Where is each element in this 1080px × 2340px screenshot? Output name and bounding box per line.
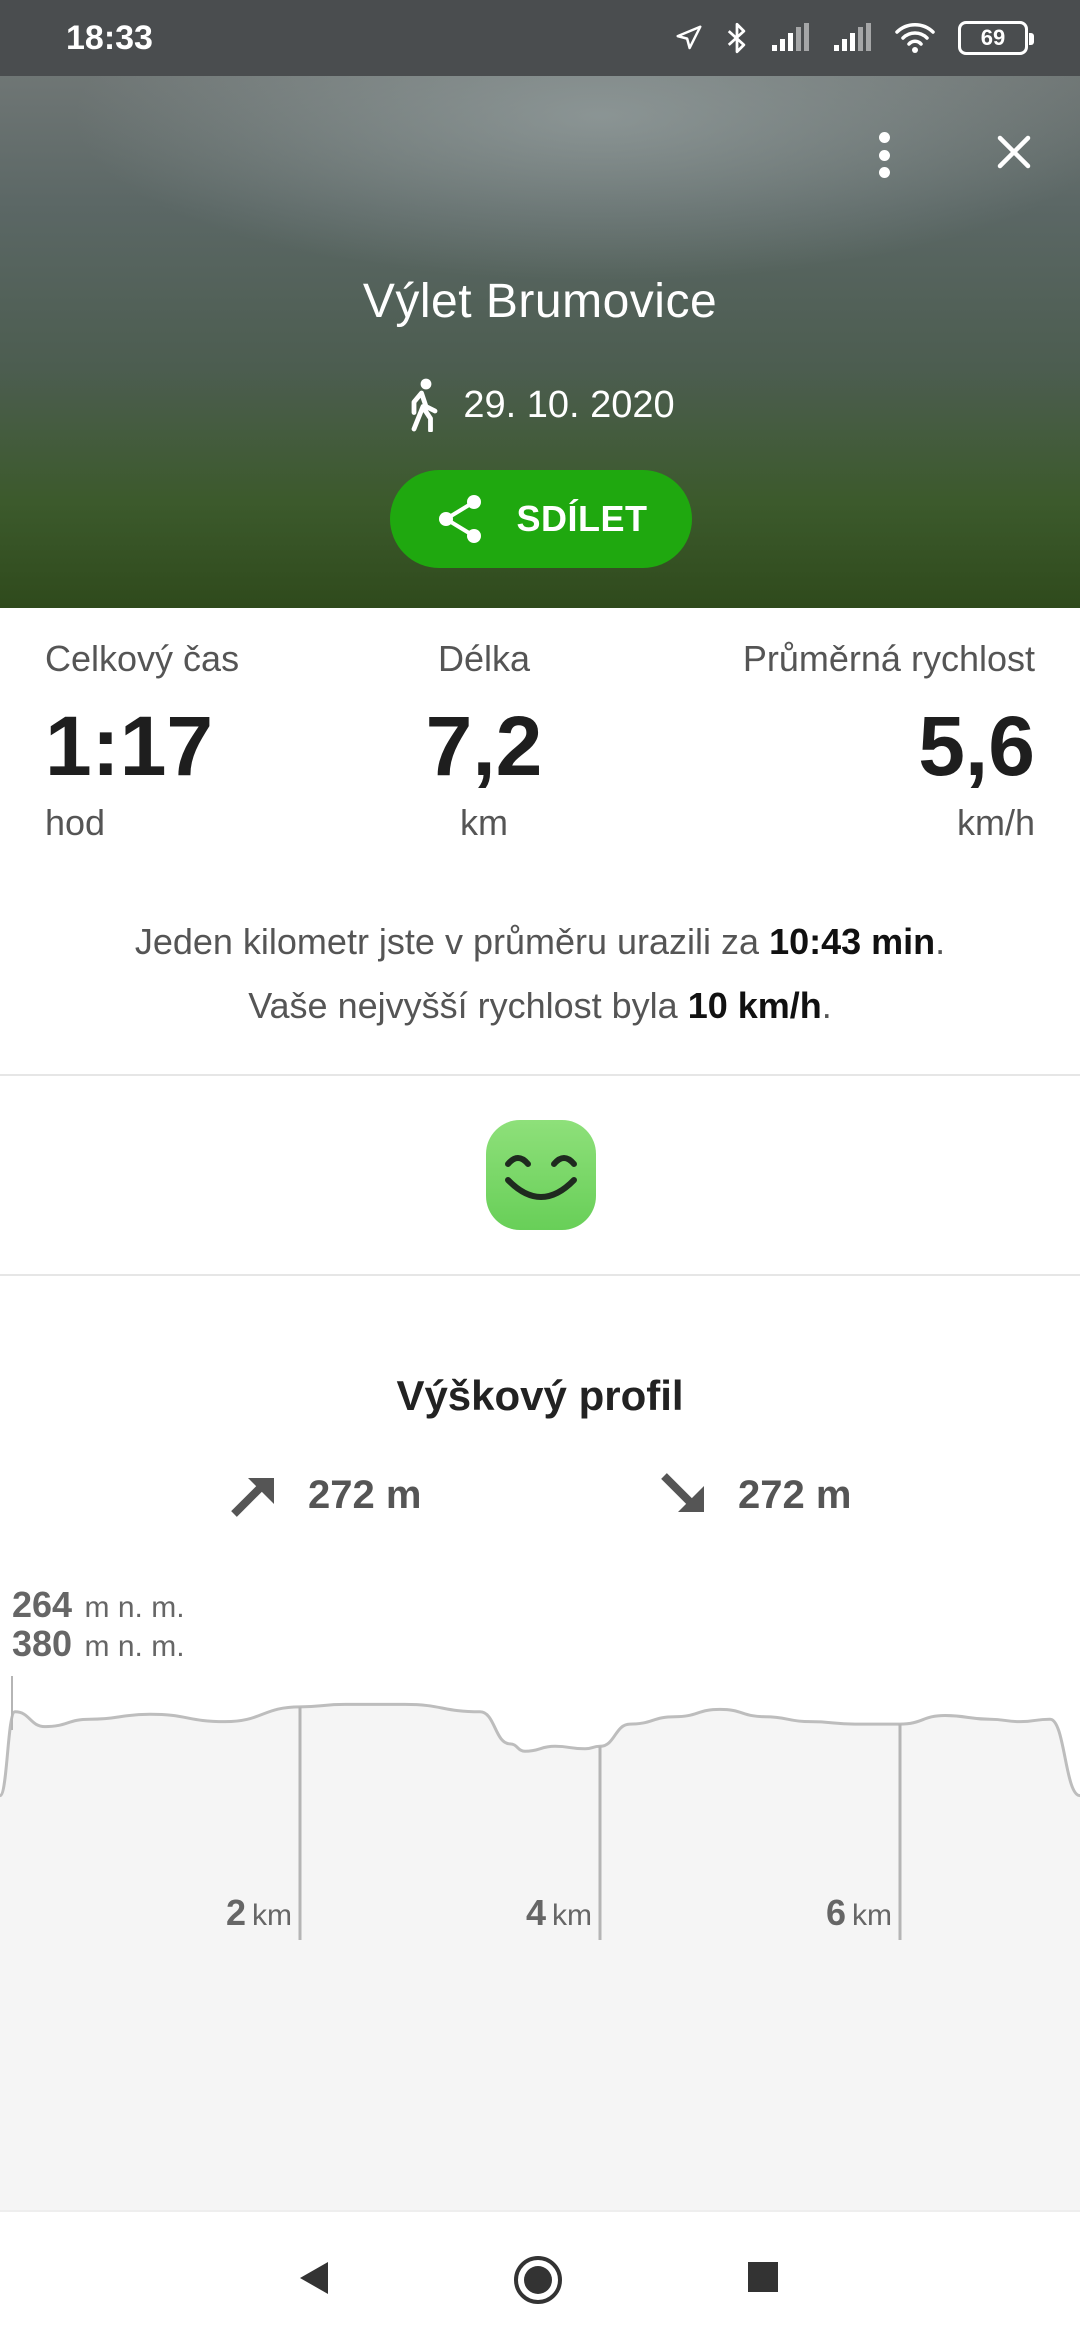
km-tick-label: 6 km	[826, 1892, 892, 1933]
recents-square-icon[interactable]	[746, 2260, 780, 2294]
status-time: 18:33	[66, 18, 153, 57]
share-button[interactable]: SDÍLET	[390, 470, 692, 568]
arrow-down-right-icon	[661, 1473, 704, 1512]
elevation-chart[interactable]: 2 km 4 km 6 km 264 m n. m. 380 m n. m.	[0, 1580, 1080, 2210]
descent-stat: 272 m	[658, 1470, 851, 1520]
divider	[0, 1274, 1080, 1276]
share-icon	[439, 495, 482, 543]
max-speed-line: Vaše nejvyšší rychlost byla 10 km/h.	[248, 985, 832, 1026]
back-triangle-icon[interactable]	[296, 2258, 332, 2298]
divider	[0, 1074, 1080, 1076]
stat-value-distance: 7,2	[425, 699, 543, 793]
pace-summary-line: Jeden kilometr jste v průměru urazili za…	[134, 921, 946, 962]
status-bar: 18:33 69	[0, 0, 1080, 76]
share-label: SDÍLET	[516, 498, 648, 539]
max-elevation-label: 380 m n. m.	[12, 1623, 185, 1664]
status-icons: 69	[674, 21, 1034, 55]
close-icon[interactable]	[994, 132, 1034, 172]
more-vert-icon[interactable]	[862, 128, 906, 182]
descent-value: 272 m	[738, 1472, 852, 1517]
arrow-up-right-icon	[231, 1478, 274, 1517]
km-tick-label: 4 km	[526, 1892, 592, 1933]
avg-pace-value: 10:43 min	[769, 921, 936, 962]
activity-title: Výlet Brumovice	[362, 275, 718, 328]
ascent-value: 272 m	[308, 1472, 422, 1517]
home-circle-icon[interactable]	[512, 2254, 564, 2306]
system-nav-bar	[0, 2210, 1080, 2340]
stat-unit-avg-speed: km/h	[956, 802, 1035, 843]
pace-summary: Jeden kilometr jste v průměru urazili za…	[0, 910, 1080, 1038]
activity-header: Výlet Brumovice 29. 10. 2020 SDÍLET	[0, 76, 1080, 608]
stats-panel: Celkový čas 1:17 hod Délka 7,2 km Průměr…	[0, 608, 1080, 868]
signal-icon	[772, 23, 809, 51]
activity-date-row: 29. 10. 2020	[0, 378, 1080, 432]
location-arrow-icon	[676, 25, 702, 50]
stat-value-avg-speed: 5,6	[918, 699, 1035, 793]
stat-unit-distance: km	[460, 802, 508, 843]
ascent-stat: 272 m	[228, 1470, 421, 1520]
bluetooth-icon	[727, 22, 746, 54]
smiling-face-icon[interactable]	[486, 1120, 596, 1230]
battery-level: 69	[980, 25, 1006, 50]
elevation-area	[0, 1704, 1080, 2210]
max-speed-value: 10 km/h	[687, 985, 822, 1026]
min-elevation-label: 264 m n. m.	[12, 1584, 185, 1625]
activity-date: 29. 10. 2020	[463, 383, 675, 426]
wifi-icon	[895, 23, 935, 53]
elevation-title: Výškový profil	[396, 1372, 684, 1419]
km-tick-label: 2 km	[226, 1892, 292, 1933]
signal-icon	[834, 23, 871, 51]
walking-icon	[411, 378, 438, 432]
stat-label-avg-speed: Průměrná rychlost	[742, 638, 1035, 679]
battery-icon: 69	[958, 21, 1034, 55]
